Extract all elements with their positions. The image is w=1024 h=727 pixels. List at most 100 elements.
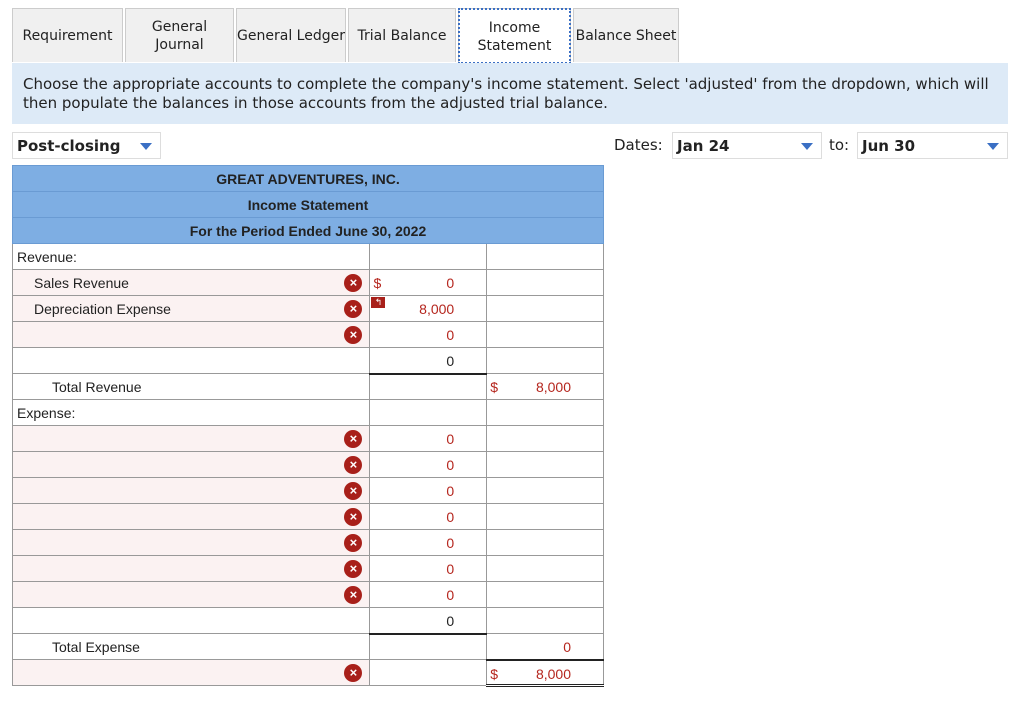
account-select[interactable]: × (11, 503, 371, 530)
dollar-sign: $ (490, 665, 499, 682)
amount-cell-col2[interactable] (369, 633, 488, 660)
table-row: × 0 (11, 503, 604, 530)
amount-cell-col3[interactable] (486, 503, 604, 530)
date-from-value: Jan 24 (677, 136, 730, 155)
amount-cell-col2[interactable]: 0 (369, 607, 488, 635)
amount-cell-col3[interactable] (486, 581, 604, 608)
amount-value: 0 (446, 613, 455, 629)
tab-requirement[interactable]: Requirement (12, 8, 123, 62)
amount-cell-col3[interactable] (486, 529, 604, 556)
to-label: to: (829, 136, 850, 154)
amount-cell-col2[interactable] (369, 659, 488, 686)
tab-income-statement[interactable]: Income Statement (458, 8, 571, 64)
account-name: Total Expense (52, 638, 140, 655)
incorrect-icon: × (344, 430, 363, 448)
table-row: 0 (11, 607, 604, 635)
amount-cell-col2[interactable]: 0 (369, 451, 488, 478)
company-name: GREAT ADVENTURES, INC. (12, 165, 604, 192)
amount-cell-col3[interactable] (486, 243, 604, 270)
amount-cell-col2[interactable]: 0 (369, 555, 488, 582)
amount-cell-col2[interactable]: ↰ 8,000 (369, 295, 488, 322)
amount-value: 0 (446, 483, 455, 499)
amount-cell-col3[interactable]: $8,000 (486, 659, 604, 687)
row-label: Total Expense (11, 633, 371, 660)
tab-balance-sheet[interactable]: Balance Sheet (573, 8, 679, 62)
table-row: Expense: (11, 399, 604, 426)
account-name: Total Revenue (52, 378, 142, 395)
amount-cell-col3[interactable] (486, 451, 604, 478)
amount-cell-col3[interactable] (486, 477, 604, 504)
table-row: Depreciation Expense × ↰ 8,000 (11, 295, 604, 322)
balance-type-dropdown[interactable]: Post-closing (12, 132, 161, 159)
amount-cell-col2[interactable]: 0 (369, 321, 488, 348)
tab-general-journal[interactable]: General Journal (125, 8, 234, 62)
amount-cell-col3[interactable] (486, 269, 604, 296)
incorrect-icon: × (344, 534, 363, 552)
chevron-down-icon (987, 143, 999, 150)
table-row: Revenue: (11, 243, 604, 270)
amount-cell-col3[interactable] (486, 425, 604, 452)
dates-label: Dates: (614, 136, 663, 154)
account-select[interactable]: × (11, 477, 371, 504)
account-select[interactable]: × (11, 451, 371, 478)
table-row: × 0 (11, 321, 604, 348)
amount-cell-col2[interactable]: 0 (369, 581, 488, 608)
date-to-dropdown[interactable]: Jun 30 (857, 132, 1008, 159)
account-select[interactable]: × (11, 425, 371, 452)
account-select[interactable]: × (11, 529, 371, 556)
table-row: × 0 (11, 581, 604, 608)
amount-cell-col3[interactable] (486, 607, 604, 634)
amount-cell-col2[interactable] (369, 399, 488, 426)
amount-cell-col3[interactable] (486, 555, 604, 582)
account-select[interactable]: Depreciation Expense × (11, 295, 371, 322)
incorrect-icon: × (344, 508, 363, 526)
amount-cell-col2[interactable]: 0 (369, 529, 488, 556)
amount-value: 0 (563, 639, 571, 655)
date-to-value: Jun 30 (862, 136, 916, 155)
amount-cell-col3[interactable]: $8,000 (486, 373, 604, 400)
amount-cell-col2[interactable]: 0 (369, 347, 488, 375)
amount-cell-col2[interactable]: $0 (369, 269, 488, 296)
date-from-dropdown[interactable]: Jan 24 (672, 132, 822, 159)
tab-trial-balance[interactable]: Trial Balance (348, 8, 456, 62)
amount-cell-col2[interactable]: 0 (369, 503, 488, 530)
row-label: Expense: (11, 399, 371, 426)
amount-cell-col3[interactable] (486, 321, 604, 348)
amount-cell-col3[interactable]: 0 (486, 633, 604, 661)
tab-bar: Requirement General Journal General Ledg… (12, 8, 679, 64)
account-select[interactable]: × (11, 321, 371, 348)
balance-type-value: Post-closing (17, 136, 121, 155)
incorrect-icon: × (344, 586, 363, 604)
incorrect-icon: × (344, 326, 363, 344)
amount-value: 0 (446, 327, 455, 343)
account-name: Expense: (17, 404, 76, 421)
amount-value: 0 (446, 509, 455, 525)
amount-value: 0 (446, 353, 455, 369)
dollar-sign: $ (373, 275, 382, 291)
amount-cell-col2[interactable]: 0 (369, 425, 488, 452)
account-select[interactable]: Sales Revenue × (11, 269, 371, 296)
income-statement-table: GREAT ADVENTURES, INC. Income Statement … (11, 165, 604, 687)
amount-cell-col2[interactable]: 0 (369, 477, 488, 504)
account-select[interactable]: × (11, 555, 371, 582)
account-name: Depreciation Expense (34, 300, 171, 317)
tab-general-ledger[interactable]: General Ledger (236, 8, 346, 62)
undo-icon[interactable]: ↰ (371, 297, 386, 308)
amount-cell-col2[interactable] (369, 243, 488, 270)
table-row: × 0 (11, 425, 604, 452)
amount-value: 0 (446, 457, 455, 473)
amount-cell-col3[interactable] (486, 295, 604, 322)
table-row: Total Revenue $8,000 (11, 373, 604, 400)
row-label: Revenue: (11, 243, 371, 270)
dollar-sign: $ (490, 379, 499, 395)
statement-period: For the Period Ended June 30, 2022 (12, 217, 604, 244)
amount-cell-col3[interactable] (486, 399, 604, 426)
amount-cell-col2[interactable] (369, 373, 488, 400)
account-select[interactable]: × (11, 659, 371, 686)
chevron-down-icon (140, 143, 152, 150)
amount-cell-col3[interactable] (486, 347, 604, 374)
row-label (11, 347, 371, 374)
account-select[interactable]: × (11, 581, 371, 608)
account-name: Sales Revenue (34, 274, 129, 291)
incorrect-icon: × (344, 274, 363, 292)
